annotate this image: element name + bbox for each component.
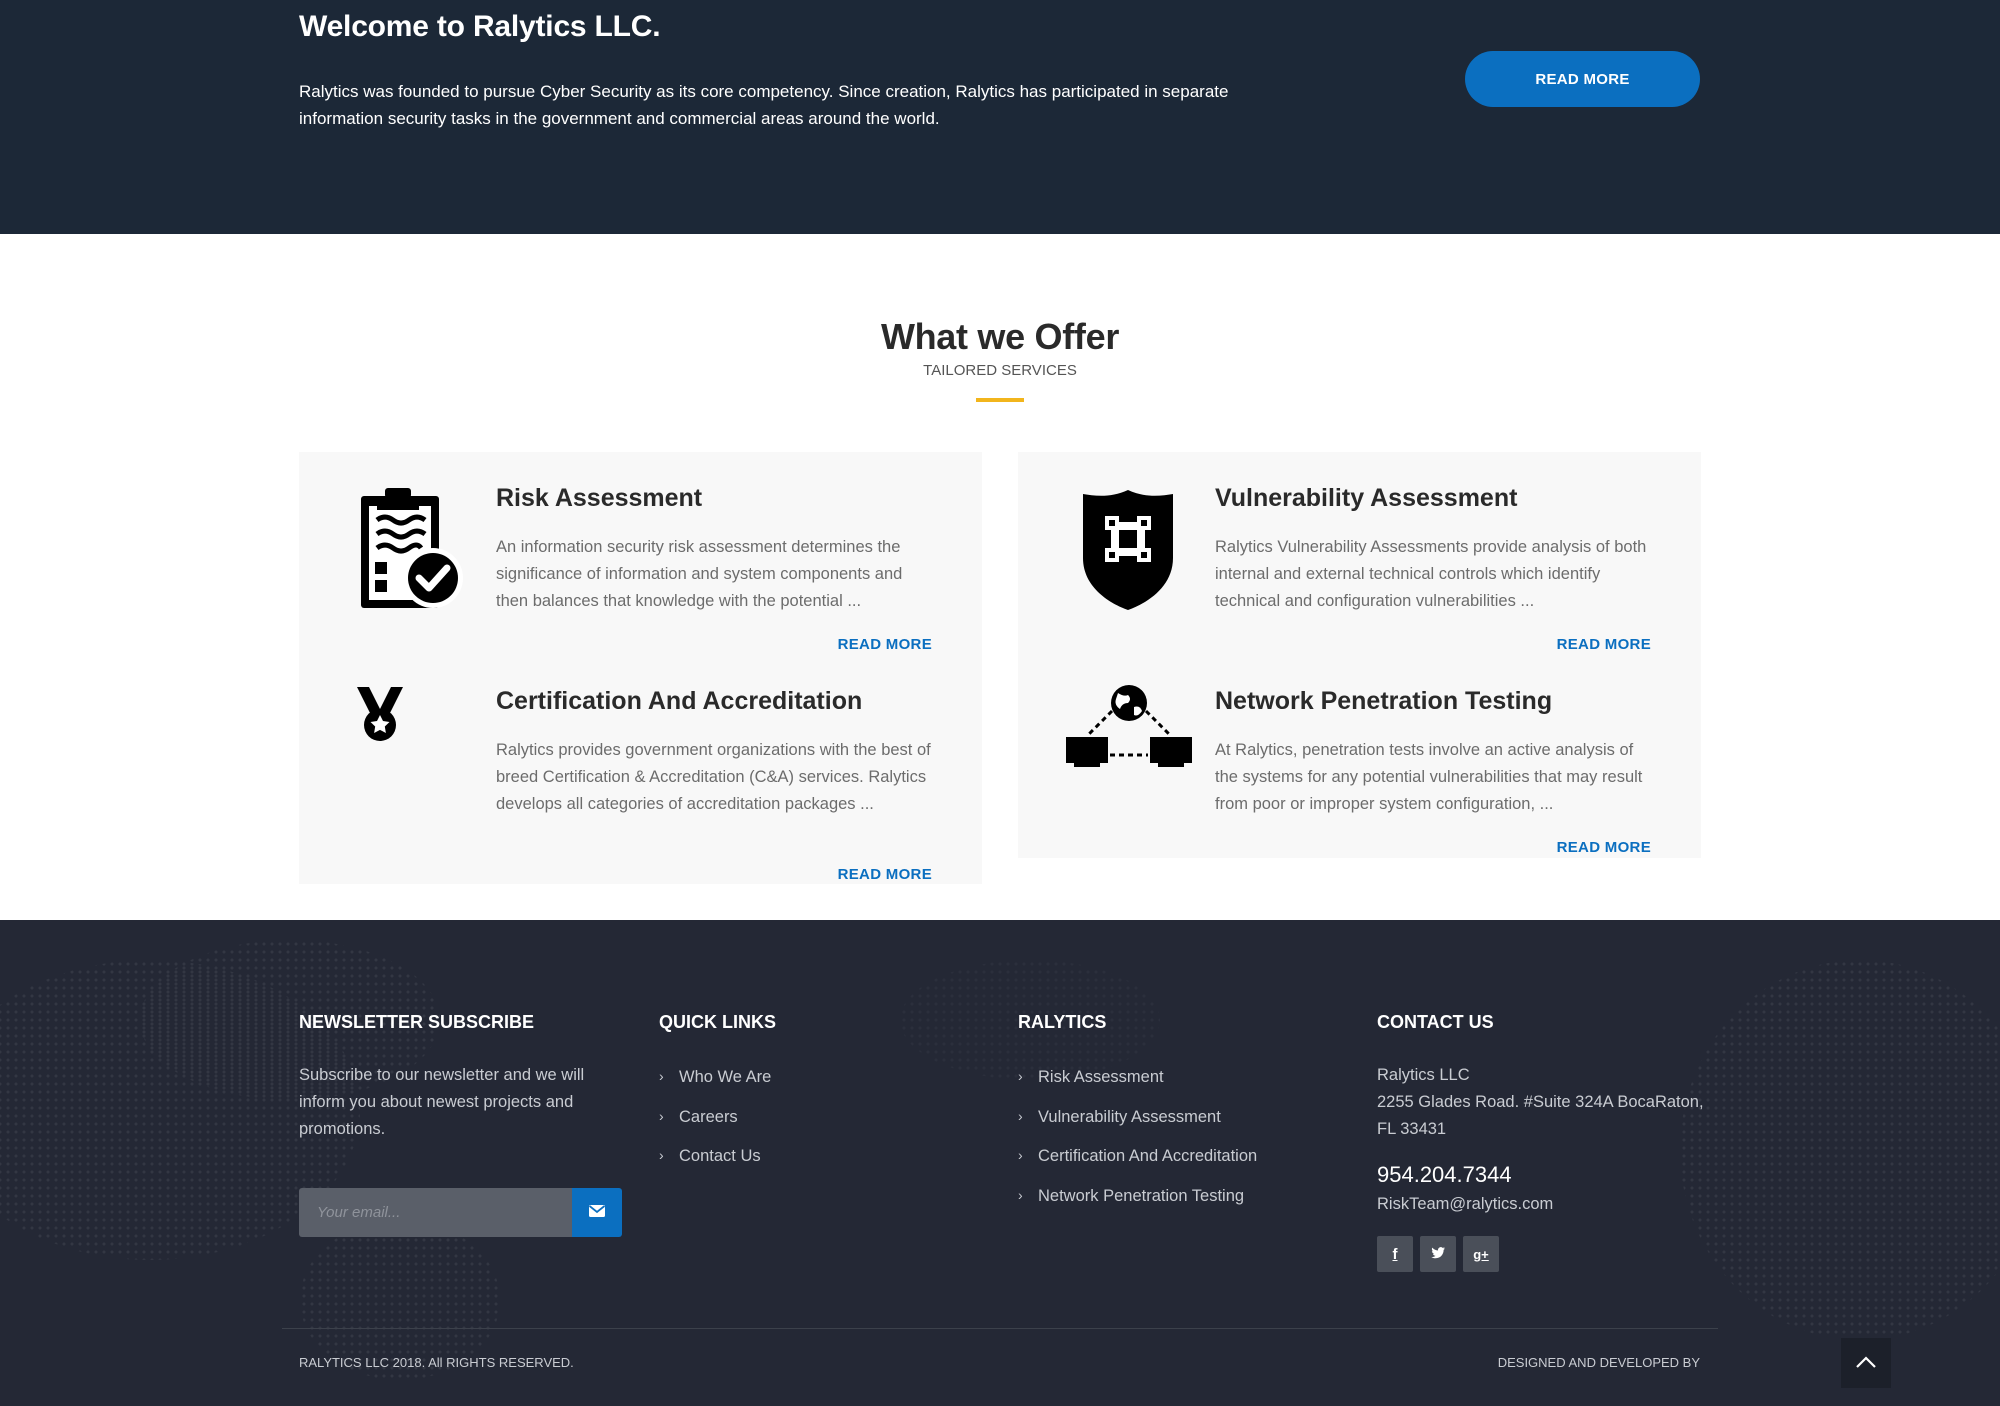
- welcome-banner: Welcome to Ralytics LLC. Ralytics was fo…: [0, 0, 2000, 234]
- list-item: › Network Penetration Testing: [1018, 1187, 1257, 1227]
- footer-divider: [282, 1328, 1718, 1329]
- site-footer: NEWSLETTER SUBSCRIBE Subscribe to our ne…: [0, 920, 2000, 1406]
- service-description: At Ralytics, penetration tests involve a…: [1215, 741, 1643, 813]
- medal-icon: [355, 685, 405, 750]
- twitter-button[interactable]: [1420, 1236, 1456, 1272]
- google-plus-icon: g+: [1473, 1246, 1489, 1262]
- chevron-right-icon: ›: [1018, 1186, 1023, 1203]
- company-name: Ralytics LLC: [1377, 1066, 1470, 1084]
- risk-assessment-read-more-link[interactable]: READ MORE: [838, 636, 932, 653]
- contact-heading: CONTACT US: [1377, 1012, 1494, 1032]
- list-item: › Who We Are: [659, 1068, 771, 1108]
- facebook-button[interactable]: f: [1377, 1236, 1413, 1272]
- scroll-to-top-button[interactable]: [1841, 1338, 1891, 1388]
- offer-section: What we Offer TAILORED SERVICES Risk Ass…: [0, 234, 2000, 920]
- newsletter-email-input[interactable]: [299, 1188, 572, 1237]
- designed-by-text: DESIGNED AND DEVELOPED BY: [1497, 1355, 1700, 1370]
- service-title: Vulnerability Assessment: [1215, 484, 1518, 512]
- vulnerability-read-more-link[interactable]: READ MORE: [1557, 636, 1651, 653]
- network-penetration-read-more-link[interactable]: READ MORE: [1557, 839, 1651, 856]
- chevron-right-icon: ›: [659, 1147, 664, 1163]
- chevron-right-icon: ›: [1018, 1068, 1023, 1084]
- contact-email[interactable]: RiskTeam@ralytics.com: [1377, 1195, 1553, 1214]
- who-we-are-link[interactable]: Who We Are: [679, 1068, 771, 1087]
- copyright-text: RALYTICS LLC 2018. All RIGHTS RESERVED.: [299, 1355, 574, 1370]
- shield-icon: [1081, 488, 1175, 617]
- list-item: › Risk Assessment: [1018, 1068, 1257, 1108]
- vulnerability-assessment-link[interactable]: Vulnerability Assessment: [1038, 1108, 1221, 1127]
- welcome-title: Welcome to Ralytics LLC.: [299, 10, 661, 43]
- twitter-icon: [1431, 1246, 1445, 1263]
- careers-link[interactable]: Careers: [679, 1108, 738, 1127]
- welcome-read-more-button[interactable]: READ MORE: [1465, 51, 1700, 107]
- envelope-icon: [588, 1205, 606, 1220]
- quick-links-heading: QUICK LINKS: [659, 1012, 776, 1032]
- services-card-right: Vulnerability Assessment Ralytics Vulner…: [1018, 452, 1701, 858]
- facebook-icon: f: [1392, 1245, 1398, 1263]
- newsletter-text: Subscribe to our newsletter and we will …: [299, 1066, 585, 1138]
- google-plus-button[interactable]: g+: [1463, 1236, 1499, 1272]
- newsletter-submit-button[interactable]: [572, 1188, 622, 1237]
- chevron-up-icon: [1855, 1355, 1877, 1372]
- chevron-right-icon: ›: [1018, 1107, 1023, 1124]
- chevron-right-icon: ›: [659, 1107, 664, 1124]
- world-map-background: [1680, 960, 2000, 1340]
- offer-title: What we Offer: [880, 316, 1120, 357]
- newsletter-heading: NEWSLETTER SUBSCRIBE: [299, 1012, 535, 1032]
- chevron-right-icon: ›: [1018, 1147, 1023, 1163]
- certification-read-more-link[interactable]: READ MORE: [838, 866, 932, 883]
- list-item: › Vulnerability Assessment: [1018, 1108, 1257, 1148]
- phone-number: 954.204.7344: [1377, 1162, 1512, 1187]
- list-item: › Certification And Accreditation: [1018, 1147, 1257, 1187]
- contact-us-link[interactable]: Contact Us: [679, 1147, 761, 1166]
- ralytics-heading: RALYTICS: [1018, 1012, 1107, 1032]
- list-item: › Careers: [659, 1108, 771, 1148]
- service-title: Network Penetration Testing: [1215, 687, 1553, 715]
- clipboard-check-icon: [357, 488, 467, 617]
- service-description: Ralytics Vulnerability Assessments provi…: [1215, 538, 1647, 610]
- service-title: Risk Assessment: [496, 484, 703, 512]
- service-description: An information security risk assessment …: [496, 538, 903, 610]
- risk-assessment-link[interactable]: Risk Assessment: [1038, 1068, 1164, 1087]
- service-title: Certification And Accreditation: [496, 687, 863, 715]
- chevron-right-icon: ›: [659, 1068, 664, 1084]
- service-description: Ralytics provides government organizatio…: [496, 741, 931, 813]
- quick-links-list: › Who We Are › Careers › Contact Us: [659, 1068, 771, 1187]
- address-line-1: 2255 Glades Road. #Suite 324A BocaRaton,: [1377, 1093, 1704, 1111]
- network-penetration-testing-link[interactable]: Network Penetration Testing: [1038, 1187, 1244, 1206]
- network-icon: [1066, 685, 1192, 774]
- list-item: › Contact Us: [659, 1147, 771, 1187]
- certification-accreditation-link[interactable]: Certification And Accreditation: [1038, 1147, 1257, 1166]
- services-card-left: Risk Assessment An information security …: [299, 452, 982, 884]
- address-line-2: FL 33431: [1377, 1120, 1447, 1138]
- offer-subtitle: TAILORED SERVICES: [923, 362, 1077, 379]
- title-underline: [976, 398, 1024, 402]
- ralytics-links-list: › Risk Assessment › Vulnerability Assessme…: [1018, 1068, 1257, 1226]
- welcome-text: Ralytics was founded to pursue Cyber Sec…: [299, 82, 1229, 128]
